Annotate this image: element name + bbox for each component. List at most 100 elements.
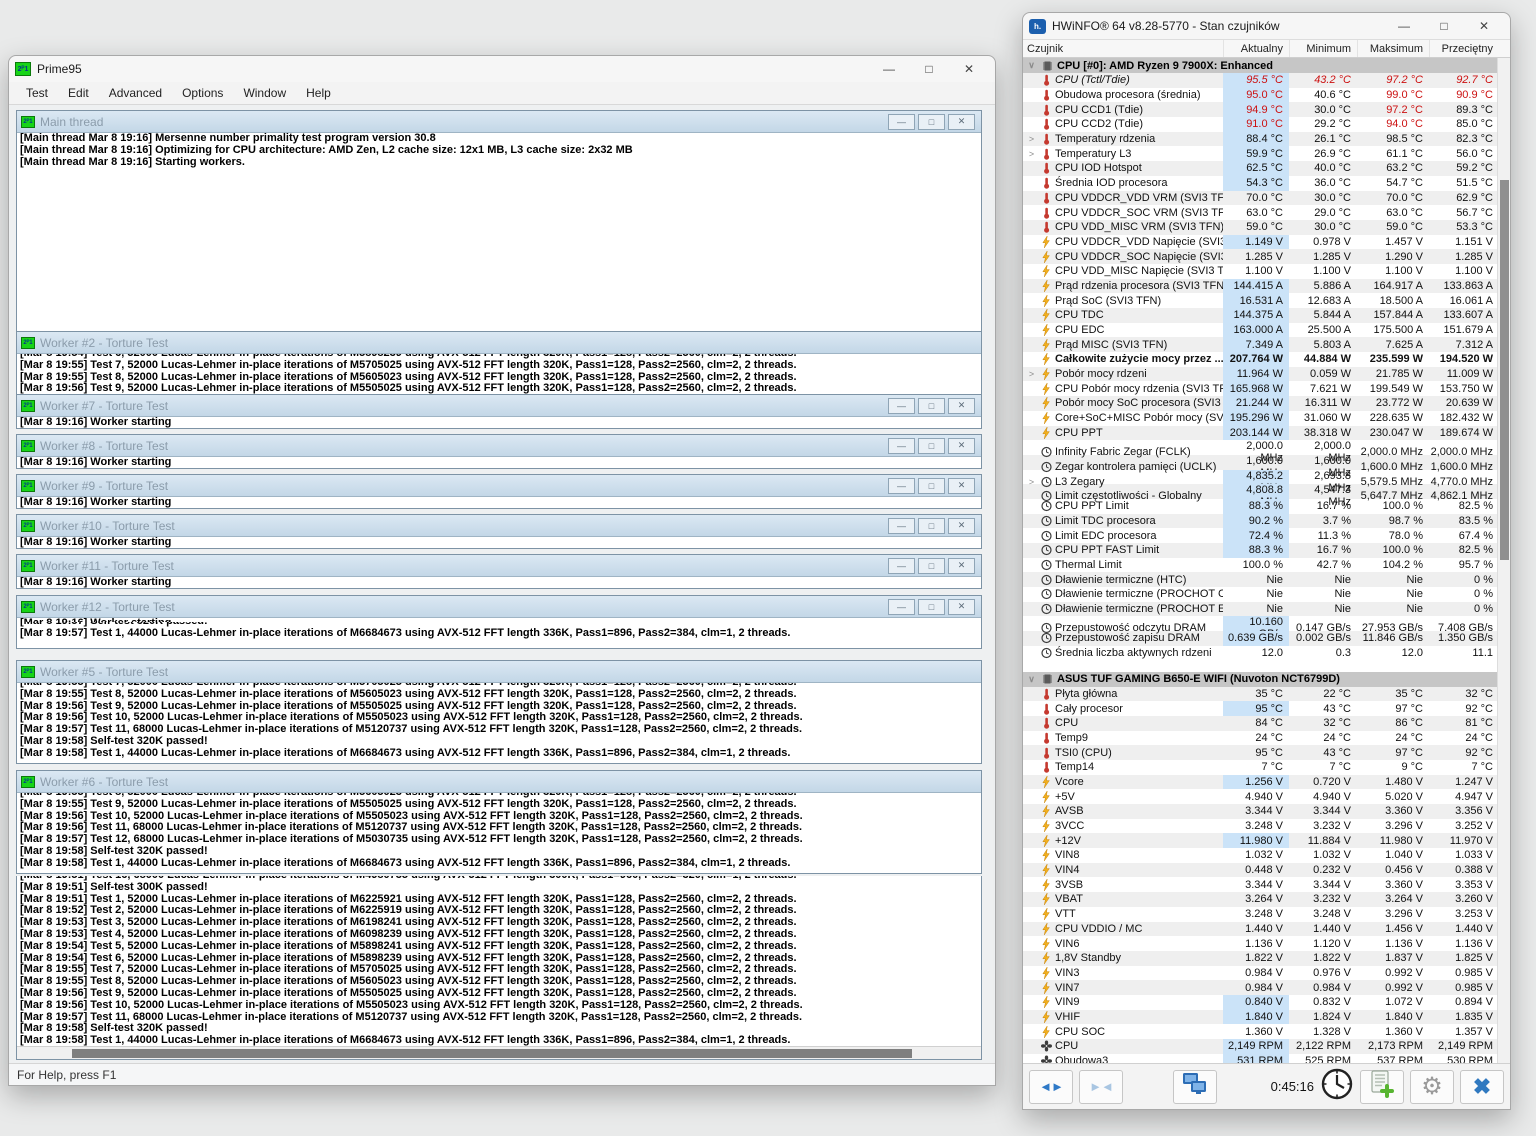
- mdi-minimize-icon[interactable]: —: [888, 518, 915, 534]
- sensor-row[interactable]: CPU SOC1.360 V1.328 V1.360 V1.357 V: [1023, 1024, 1497, 1039]
- sensor-row[interactable]: Limit EDC procesora72.4 %11.3 %78.0 %67.…: [1023, 528, 1497, 543]
- sensor-row[interactable]: +12V11.980 V11.884 V11.980 V11.970 V: [1023, 833, 1497, 848]
- sensor-row[interactable]: CPU (Tctl/Tdie)95.5 °C43.2 °C97.2 °C92.7…: [1023, 73, 1497, 88]
- sensor-group-header[interactable]: ∨ASUS TUF GAMING B650-E WIFI (Nuvoton NC…: [1023, 672, 1497, 687]
- sensor-row[interactable]: Cały procesor95 °C43 °C97 °C92 °C: [1023, 701, 1497, 716]
- sensor-row[interactable]: VIN90.840 V0.832 V1.072 V0.894 V: [1023, 995, 1497, 1010]
- menu-advanced[interactable]: Advanced: [100, 84, 171, 102]
- sensor-row[interactable]: VIN40.448 V0.232 V0.456 V0.388 V: [1023, 863, 1497, 878]
- mdi-minimize-icon[interactable]: —: [888, 114, 915, 130]
- mdi-close-icon[interactable]: ✕: [948, 478, 975, 494]
- menu-options[interactable]: Options: [173, 84, 232, 102]
- mdi-restore-icon[interactable]: □: [918, 558, 945, 574]
- mdi-titlebar[interactable]: 2ᴾ1Main thread—□✕: [17, 111, 981, 133]
- maximize-icon[interactable]: □: [909, 57, 949, 81]
- sensor-row[interactable]: Temp147 °C7 °C9 °C7 °C: [1023, 760, 1497, 775]
- chevron-right-icon[interactable]: >: [1026, 149, 1037, 159]
- sensor-row[interactable]: VHIF1.840 V1.824 V1.840 V1.835 V: [1023, 1010, 1497, 1025]
- mdi-minimize-icon[interactable]: —: [888, 558, 915, 574]
- exit-button[interactable]: ✖: [1460, 1070, 1504, 1104]
- sensor-row[interactable]: 3VSB3.344 V3.344 V3.360 V3.353 V: [1023, 877, 1497, 892]
- sensor-row[interactable]: Średnia liczba aktywnych rdzeni12.00.312…: [1023, 646, 1497, 661]
- sensor-row[interactable]: CPU PPT Limit88.3 %16.7 %100.0 %82.5 %: [1023, 499, 1497, 514]
- mdi-restore-icon[interactable]: □: [918, 438, 945, 454]
- mdi-restore-icon[interactable]: □: [918, 478, 945, 494]
- mdi-titlebar[interactable]: 2ᴾ1Worker #5 - Torture Test: [17, 661, 981, 683]
- chevron-down-icon[interactable]: ∨: [1026, 674, 1037, 685]
- sensor-row[interactable]: CPU VDD_MISC Napięcie (SVI3 TFN)1.100 V1…: [1023, 264, 1497, 279]
- sensor-row[interactable]: CPU VDDCR_VDD Napięcie (SVI3 ...1.149 V0…: [1023, 235, 1497, 250]
- sensor-row[interactable]: CPU84 °C32 °C86 °C81 °C: [1023, 716, 1497, 731]
- sensor-row[interactable]: CPU VDDCR_VDD VRM (SVI3 TFN)70.0 °C30.0 …: [1023, 191, 1497, 206]
- sensor-row[interactable]: CPU PPT FAST Limit88.3 %16.7 %100.0 %82.…: [1023, 543, 1497, 558]
- minimize-icon[interactable]: —: [869, 57, 909, 81]
- sensor-row[interactable]: VBAT3.264 V3.232 V3.264 V3.260 V: [1023, 892, 1497, 907]
- mdi-close-icon[interactable]: ✕: [948, 438, 975, 454]
- mdi-restore-icon[interactable]: □: [918, 114, 945, 130]
- column-header-maksimum[interactable]: Maksimum: [1357, 40, 1429, 57]
- sensor-row[interactable]: Dławienie termiczne (PROCHOT CP...NieNie…: [1023, 587, 1497, 602]
- mdi-titlebar[interactable]: 2ᴾ1Worker #7 - Torture Test—□✕: [17, 395, 981, 417]
- sensor-row[interactable]: Zegar kontrolera pamięci (UCLK)1,600.0 M…: [1023, 455, 1497, 470]
- sensor-row[interactable]: Infinity Fabric Zegar (FCLK)2,000.0 MHz2…: [1023, 440, 1497, 455]
- sensor-row[interactable]: CPU TDC144.375 A5.844 A157.844 A133.607 …: [1023, 308, 1497, 323]
- mdi-close-icon[interactable]: ✕: [948, 518, 975, 534]
- sensor-row[interactable]: CPU Pobór mocy rdzenia (SVI3 TFN)165.968…: [1023, 381, 1497, 396]
- chevron-right-icon[interactable]: >: [1026, 134, 1037, 144]
- sensor-row[interactable]: TSI0 (CPU)95 °C43 °C97 °C92 °C: [1023, 745, 1497, 760]
- sensor-group-header[interactable]: ∨CPU [#0]: AMD Ryzen 9 7900X: Enhanced: [1023, 58, 1497, 73]
- sensor-row[interactable]: CPU2,149 RPM2,122 RPM2,173 RPM2,149 RPM: [1023, 1039, 1497, 1054]
- settings-button[interactable]: ⚙: [1410, 1070, 1454, 1104]
- sensor-row[interactable]: Temp924 °C24 °C24 °C24 °C: [1023, 731, 1497, 746]
- mdi-close-icon[interactable]: ✕: [948, 114, 975, 130]
- mdi-restore-icon[interactable]: □: [918, 398, 945, 414]
- vertical-scrollbar[interactable]: [1497, 58, 1510, 1063]
- sensor-row[interactable]: Dławienie termiczne (HTC)NieNieNie0 %: [1023, 572, 1497, 587]
- sensor-row[interactable]: 3VCC3.248 V3.232 V3.296 V3.252 V: [1023, 819, 1497, 834]
- sensor-row[interactable]: CPU VDD_MISC VRM (SVI3 TFN)59.0 °C30.0 °…: [1023, 220, 1497, 235]
- minimize-icon[interactable]: —: [1384, 14, 1424, 38]
- report-button[interactable]: [1360, 1070, 1404, 1104]
- sensor-row[interactable]: Dławienie termiczne (PROCHOT EXT)NieNieN…: [1023, 602, 1497, 617]
- mdi-restore-icon[interactable]: □: [918, 518, 945, 534]
- mdi-titlebar[interactable]: 2ᴾ1Worker #8 - Torture Test—□✕: [17, 435, 981, 457]
- clock-icon[interactable]: [1320, 1067, 1354, 1106]
- mdi-titlebar[interactable]: 2ᴾ1Worker #11 - Torture Test—□✕: [17, 555, 981, 577]
- sensor-row[interactable]: Średnia IOD procesora54.3 °C36.0 °C54.7 …: [1023, 176, 1497, 191]
- scrollbar-thumb[interactable]: [1500, 180, 1509, 560]
- close-icon[interactable]: ✕: [949, 57, 989, 81]
- chevron-right-icon[interactable]: >: [1026, 369, 1037, 379]
- menu-test[interactable]: Test: [17, 84, 57, 102]
- menu-edit[interactable]: Edit: [59, 84, 98, 102]
- sensor-row[interactable]: Pobór mocy SoC procesora (SVI3 ...21.244…: [1023, 396, 1497, 411]
- sensor-row[interactable]: Core+SoC+MISC Pobór mocy (SVI...195.296 …: [1023, 411, 1497, 426]
- sensor-row[interactable]: AVSB3.344 V3.344 V3.360 V3.356 V: [1023, 804, 1497, 819]
- sensor-row[interactable]: Limit częstotliwości - Globalny4,808.8 M…: [1023, 484, 1497, 499]
- sensor-row[interactable]: Prąd SoC (SVI3 TFN)16.531 A12.683 A18.50…: [1023, 293, 1497, 308]
- column-header-czujnik[interactable]: Czujnik: [1023, 40, 1223, 57]
- sensor-row[interactable]: >L3 Zegary4,835.2 MHz2,693.8 MHz5,579.5 …: [1023, 470, 1497, 485]
- sensor-row[interactable]: CPU CCD1 (Tdie)94.9 °C30.0 °C97.2 °C89.3…: [1023, 102, 1497, 117]
- sensor-row[interactable]: CPU VDDCR_SOC VRM (SVI3 TFN)63.0 °C29.0 …: [1023, 205, 1497, 220]
- mdi-close-icon[interactable]: ✕: [948, 558, 975, 574]
- mdi-restore-icon[interactable]: □: [918, 599, 945, 615]
- mdi-close-icon[interactable]: ✕: [948, 599, 975, 615]
- sensor-row[interactable]: VTT3.248 V3.248 V3.296 V3.253 V: [1023, 907, 1497, 922]
- mdi-titlebar[interactable]: 2ᴾ1Worker #10 - Torture Test—□✕: [17, 515, 981, 537]
- hwinfo-titlebar[interactable]: h. HWiNFO® 64 v8.28-5770 - Stan czujnikó…: [1023, 13, 1510, 39]
- sensor-row[interactable]: VIN81.032 V1.032 V1.040 V1.033 V: [1023, 848, 1497, 863]
- expand-all-button[interactable]: ◄►: [1029, 1070, 1073, 1104]
- menu-window[interactable]: Window: [234, 84, 295, 102]
- sensor-row[interactable]: >Pobór mocy rdzeni11.964 W0.059 W21.785 …: [1023, 367, 1497, 382]
- mdi-titlebar[interactable]: 2ᴾ1Worker #12 - Torture Test—□✕: [17, 596, 981, 618]
- prime95-titlebar[interactable]: 2ᴾ1 Prime95 — □ ✕: [9, 56, 995, 82]
- menu-help[interactable]: Help: [297, 84, 340, 102]
- sensor-row[interactable]: VIN70.984 V0.984 V0.992 V0.985 V: [1023, 980, 1497, 995]
- sensor-row[interactable]: CPU CCD2 (Tdie)91.0 °C29.2 °C94.0 °C85.0…: [1023, 117, 1497, 132]
- sensor-row[interactable]: VIN30.984 V0.976 V0.992 V0.985 V: [1023, 966, 1497, 981]
- sensor-row[interactable]: CPU PPT203.144 W38.318 W230.047 W189.674…: [1023, 426, 1497, 441]
- mdi-minimize-icon[interactable]: —: [888, 478, 915, 494]
- sensor-row[interactable]: Thermal Limit100.0 %42.7 %104.2 %95.7 %: [1023, 558, 1497, 573]
- sensor-row[interactable]: VIN61.136 V1.120 V1.136 V1.136 V: [1023, 936, 1497, 951]
- mdi-titlebar[interactable]: 2ᴾ1Worker #9 - Torture Test—□✕: [17, 475, 981, 497]
